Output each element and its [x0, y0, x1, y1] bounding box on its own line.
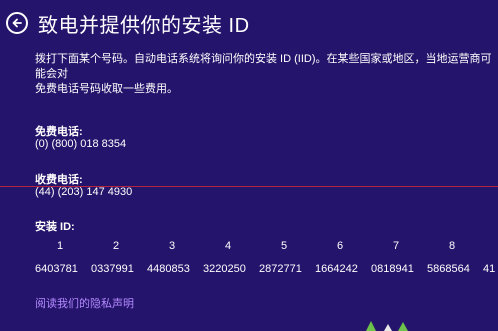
back-arrow-icon[interactable]: [6, 12, 28, 34]
id-group: 5868564: [427, 263, 470, 275]
privacy-statement-link[interactable]: 阅读我们的隐私声明: [35, 295, 134, 311]
decorative-leaf-icon: [366, 321, 408, 331]
id-column-number: 6: [336, 240, 344, 252]
id-groups: 6403781 0337991 4480853 3220250 2872771 …: [35, 263, 498, 277]
id-column-number: 2: [112, 240, 120, 252]
installation-id-label: 安装 ID:: [35, 221, 75, 233]
back-arrow-glyph: [12, 18, 22, 28]
id-group: 3220250: [203, 263, 246, 275]
id-column-numbers: 1 2 3 4 5 6 7 8: [35, 240, 498, 254]
header: 致电并提供你的安装 ID: [6, 8, 250, 38]
id-group: 0818941: [371, 263, 414, 275]
id-column-number: 8: [448, 240, 456, 252]
toll-free-label: 免费电话:: [35, 126, 83, 138]
id-group: 6403781: [35, 263, 78, 275]
toll-free-number: (0) (800) 018 8354: [35, 138, 127, 150]
instructions-text: 拨打下面某个号码。自动电话系统将询问你的安装 ID (IID)。在某些国家或地区…: [35, 53, 492, 95]
id-group: 1664242: [315, 263, 358, 275]
toll-label: 收费电话:: [35, 174, 83, 186]
id-group: 2872771: [259, 263, 302, 275]
id-column-number: 1: [56, 240, 64, 252]
id-group: 41: [483, 263, 496, 275]
toll-number: (44) (203) 147 4930: [35, 186, 133, 198]
id-group: 0337991: [91, 263, 134, 275]
id-column-number: 7: [392, 240, 400, 252]
id-column-number: 3: [168, 240, 176, 252]
id-column-number: 4: [224, 240, 232, 252]
id-column-number: 5: [280, 240, 288, 252]
page-title: 致电并提供你的安装 ID: [38, 14, 250, 37]
id-group: 4480853: [147, 263, 190, 275]
